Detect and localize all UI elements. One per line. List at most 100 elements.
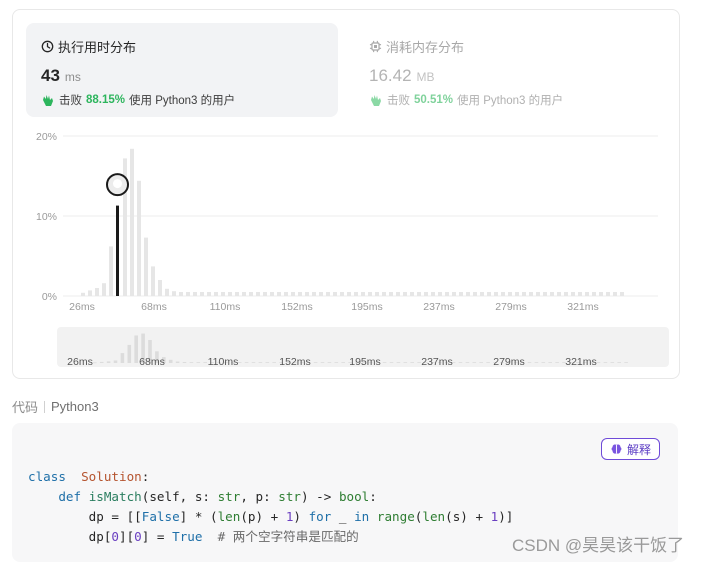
bar — [277, 292, 281, 296]
x-tick-label: 110ms — [210, 301, 241, 313]
bar — [452, 292, 456, 296]
code-content[interactable]: class Solution: def isMatch(self, s: str… — [28, 467, 513, 547]
bar — [613, 292, 617, 296]
navigator-bar — [486, 362, 490, 363]
code-token: ][ — [119, 529, 135, 544]
bar — [200, 292, 204, 296]
bar — [578, 292, 582, 296]
navigator-tick-label: 152ms — [279, 356, 311, 368]
code-line: dp[0][0] = True # 两个空字符串是匹配的 — [28, 527, 513, 547]
code-line: class Solution: — [28, 467, 513, 487]
x-tick-label: 321ms — [567, 301, 599, 313]
bar — [137, 180, 141, 296]
x-tick-label: 279ms — [495, 301, 527, 313]
code-token: bool — [338, 489, 370, 504]
navigator-bar — [320, 362, 325, 363]
bar — [515, 292, 519, 296]
navigator-bar — [527, 362, 532, 363]
code-line: dp = [[False] * (len(p) + 1) for _ in ra… — [28, 507, 514, 527]
code-line: def isMatch(self, s: str, p: str) -> boo… — [28, 487, 513, 507]
bar — [81, 292, 85, 296]
code-token: def — [58, 489, 82, 504]
navigator-bar — [203, 362, 207, 363]
code-token: ) — [293, 509, 309, 524]
y-tick-label: 10% — [36, 211, 57, 223]
navigator-bar — [175, 361, 180, 363]
bar — [620, 292, 624, 296]
bar — [270, 292, 274, 296]
navigator-bar — [610, 362, 615, 363]
navigator-bar — [168, 359, 173, 363]
code-token: : — [369, 489, 377, 504]
bar — [165, 288, 169, 296]
navigator-bar — [182, 362, 187, 363]
navigator-bar — [93, 362, 97, 364]
code-token: True — [172, 529, 203, 544]
bar — [354, 292, 358, 296]
bar — [480, 292, 484, 296]
bar — [256, 292, 260, 296]
bar — [459, 292, 463, 296]
x-tick-label: 152ms — [281, 301, 313, 313]
code-token: ] = — [141, 529, 173, 544]
code-language: Python3 — [51, 399, 99, 414]
navigator-bar — [244, 362, 249, 363]
code-token: for — [308, 509, 332, 524]
code-token: range — [376, 509, 415, 524]
bar — [375, 292, 379, 296]
code-token: , p: — [240, 489, 279, 504]
navigator-tick-label: 279ms — [493, 356, 525, 368]
bar — [473, 292, 477, 296]
explain-button[interactable]: 解释 — [600, 438, 660, 460]
code-token: 0 — [134, 529, 142, 544]
navigator-bar — [479, 362, 483, 363]
bar — [543, 292, 547, 296]
bar — [340, 292, 344, 296]
bar — [382, 292, 386, 296]
bar — [326, 292, 330, 296]
navigator-bar — [541, 362, 546, 363]
bar — [228, 292, 232, 296]
code-token: (s) + — [445, 509, 491, 524]
bar — [368, 292, 372, 296]
bar — [389, 292, 393, 296]
navigator-tick-label: 26ms — [67, 356, 93, 368]
bar — [179, 292, 183, 296]
x-tick-label: 195ms — [351, 301, 383, 313]
bar — [95, 288, 99, 296]
bar — [305, 292, 309, 296]
code-token: )] — [498, 509, 514, 524]
bar — [424, 292, 428, 296]
bar — [214, 292, 218, 296]
code-token: len — [217, 509, 241, 524]
bar — [571, 292, 575, 296]
navigator-bar — [396, 362, 401, 363]
bar — [564, 292, 568, 296]
bar — [249, 292, 253, 296]
navigator-bar — [603, 362, 608, 363]
bar — [158, 280, 162, 296]
bar — [284, 292, 288, 296]
navigator-tick-label: 321ms — [565, 356, 597, 368]
runtime-distribution-chart[interactable]: 20% 10% 0% 26ms 68ms 110ms 152ms 195ms 237ms 279m… — [13, 10, 679, 378]
navigator-bar — [624, 362, 628, 363]
bar — [522, 292, 526, 296]
bar — [263, 292, 267, 296]
bar — [172, 291, 176, 296]
code-token: : — [141, 469, 150, 484]
bar — [550, 292, 554, 296]
code-token: Solution — [81, 469, 142, 484]
code-token: (self, s: — [141, 489, 218, 504]
bar — [403, 292, 407, 296]
navigator-bar — [403, 362, 408, 363]
navigator-bar — [548, 362, 552, 363]
bar — [130, 148, 134, 296]
navigator-bar — [458, 362, 463, 363]
navigator-bar — [389, 362, 394, 363]
navigator-bar — [237, 362, 242, 363]
bar — [186, 292, 190, 296]
navigator-bar — [113, 360, 118, 363]
